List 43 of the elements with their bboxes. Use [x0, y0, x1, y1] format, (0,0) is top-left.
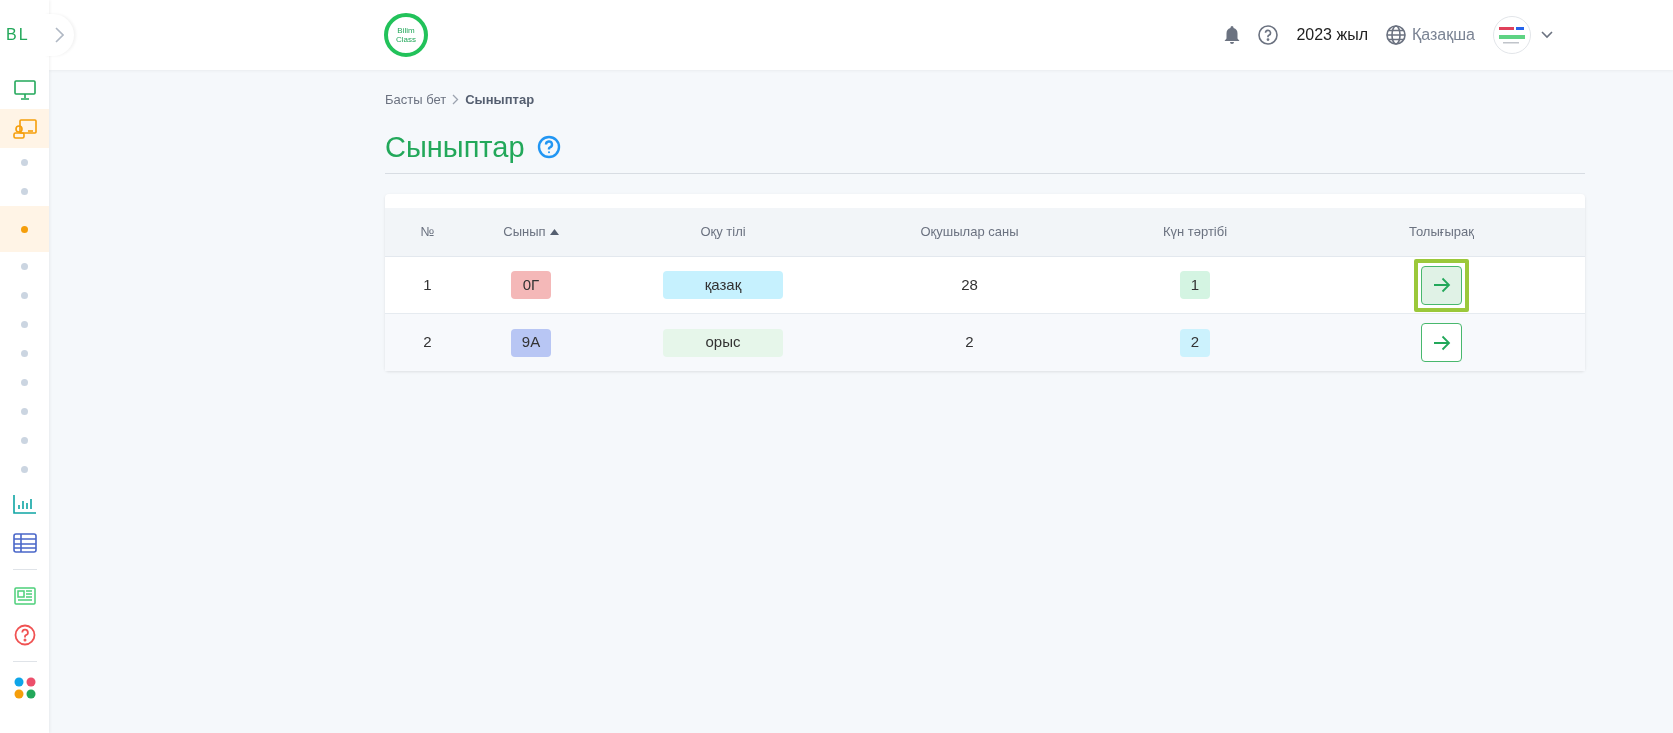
app-logo[interactable]: BL	[6, 23, 30, 47]
newspaper-icon[interactable]	[13, 586, 36, 605]
column-header[interactable]: Оқушылар саны	[920, 222, 1019, 242]
language-selector[interactable]: Қазақша	[1412, 23, 1475, 47]
apps-icon[interactable]	[13, 676, 36, 699]
breadcrumb-link[interactable]: Басты бет	[385, 90, 447, 110]
arrow-right-icon	[1432, 334, 1451, 351]
row-number: 1	[423, 274, 432, 295]
help-icon[interactable]	[1258, 25, 1279, 45]
chevron-right-icon	[452, 94, 460, 106]
avatar-icon[interactable]	[1493, 16, 1531, 54]
tag: 9А	[511, 328, 551, 357]
table-icon[interactable]	[12, 532, 37, 553]
bilim-class-logo[interactable]: Bilim Class	[384, 13, 428, 57]
tag: 2	[1180, 328, 1210, 357]
year-label[interactable]: 2023 жыл	[1296, 23, 1368, 47]
sort-up-icon[interactable]	[549, 229, 559, 235]
column-header[interactable]: Толығырақ	[1408, 222, 1474, 242]
expand-chevron-icon[interactable]	[54, 27, 64, 43]
student-count: 2	[965, 332, 974, 353]
tag: орыс	[663, 328, 783, 357]
student-count: 28	[961, 274, 978, 295]
breadcrumb-current: Сыныптар	[465, 91, 535, 109]
tag: 0Г	[511, 271, 551, 299]
arrow-right-icon	[1432, 277, 1451, 293]
globe-icon[interactable]	[1386, 25, 1406, 45]
chevron-down-icon[interactable]	[1541, 31, 1553, 39]
details-button[interactable]	[1421, 265, 1462, 305]
column-header[interactable]: №	[420, 222, 435, 242]
teacher-board-icon[interactable]	[12, 117, 37, 140]
bell-icon[interactable]	[1224, 25, 1241, 45]
tag: 1	[1180, 271, 1210, 299]
page-title: Сыныптар	[385, 129, 525, 165]
column-header[interactable]: Күн тәртібі	[1162, 222, 1228, 242]
details-button[interactable]	[1421, 323, 1462, 362]
column-header[interactable]: Сынып	[503, 222, 546, 242]
bar-chart-icon[interactable]	[12, 493, 37, 514]
row-number: 2	[423, 332, 432, 353]
help-icon[interactable]	[536, 135, 561, 160]
monitor-icon[interactable]	[13, 79, 36, 100]
tag: қазақ	[663, 271, 783, 299]
help-icon[interactable]	[13, 623, 36, 646]
column-header[interactable]: Оқу тілі	[700, 222, 746, 242]
